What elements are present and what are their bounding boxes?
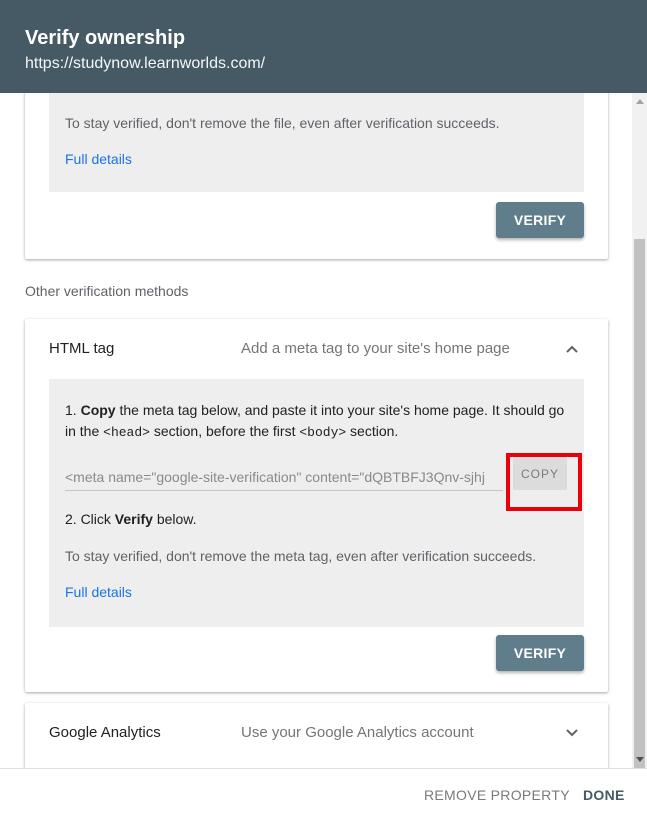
file-verify-button[interactable]: VERIFY xyxy=(496,202,584,238)
body-code: <body> xyxy=(299,425,347,440)
file-method-instructions: To stay verified, don't remove the file,… xyxy=(49,93,584,192)
html-tag-full-details-link[interactable]: Full details xyxy=(65,584,132,600)
meta-tag-field[interactable]: <meta name="google-site-verification" co… xyxy=(65,451,503,491)
remove-property-button[interactable]: REMOVE PROPERTY xyxy=(424,787,570,803)
dialog-content[interactable]: To stay verified, don't remove the file,… xyxy=(0,93,632,768)
step-2-text: 2. Click Verify below. xyxy=(65,511,197,527)
html-tag-description[interactable]: Add a meta tag to your site's home page xyxy=(241,340,510,357)
done-button[interactable]: DONE xyxy=(583,787,625,803)
scrollbar[interactable] xyxy=(632,93,647,769)
property-url: https://studynow.learnworlds.com/ xyxy=(25,55,266,72)
chevron-up-icon[interactable] xyxy=(565,342,579,356)
scroll-down-arrow-icon[interactable] xyxy=(636,757,644,762)
meta-stay-verified-note: To stay verified, don't remove the meta … xyxy=(65,548,537,564)
html-tag-instructions: 1. Copy the meta tag below, and paste it… xyxy=(49,379,584,627)
file-method-card: To stay verified, don't remove the file,… xyxy=(25,93,608,259)
step-2-verify-bold: Verify xyxy=(114,511,153,527)
step-1-copy-bold: Copy xyxy=(80,402,116,418)
html-tag-title[interactable]: HTML tag xyxy=(49,340,114,357)
google-analytics-title[interactable]: Google Analytics xyxy=(49,724,161,741)
head-code: <head> xyxy=(103,425,150,440)
google-analytics-card[interactable]: Google Analytics Use your Google Analyti… xyxy=(25,703,608,768)
step-1-text: 1. Copy the meta tag below, and paste it… xyxy=(65,402,565,440)
html-tag-verify-button[interactable]: VERIFY xyxy=(496,635,584,671)
dialog-title: Verify ownership xyxy=(25,27,186,49)
other-methods-label: Other verification methods xyxy=(25,283,189,299)
html-tag-card: HTML tag Add a meta tag to your site's h… xyxy=(25,319,608,692)
copy-highlight-box xyxy=(506,453,582,511)
file-full-details-link[interactable]: Full details xyxy=(65,151,132,167)
file-stay-verified-note: To stay verified, don't remove the file,… xyxy=(65,115,500,131)
chevron-down-icon[interactable] xyxy=(565,726,579,740)
scrollbar-thumb[interactable] xyxy=(634,239,645,769)
meta-tag-value[interactable]: <meta name="google-site-verification" co… xyxy=(65,469,485,485)
scroll-up-arrow-icon[interactable] xyxy=(636,99,644,104)
google-analytics-description[interactable]: Use your Google Analytics account xyxy=(241,724,474,741)
dialog-footer: REMOVE PROPERTY DONE xyxy=(0,768,647,819)
dialog-header: Verify ownership https://studynow.learnw… xyxy=(0,0,647,93)
